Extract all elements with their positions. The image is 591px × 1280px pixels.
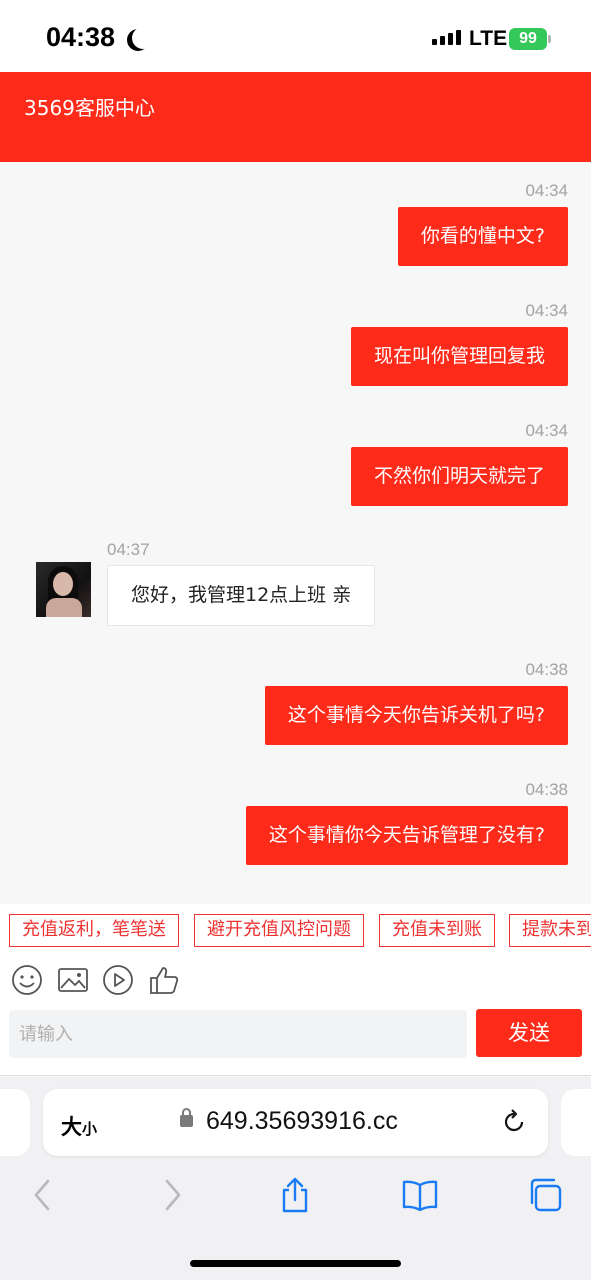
message-bubble-outgoing[interactable]: 这个事情你今天告诉管理了没有? [245,806,568,865]
signal-icon [432,30,461,45]
battery-icon: 99 [509,28,547,50]
quick-reply-bar[interactable]: 充值返利，笔笔送 避开充值风控问题 充值未到账 提款未到 [0,904,591,956]
message-time: 04:37 [107,540,150,559]
chat-area[interactable]: 04:34 你看的懂中文? 04:34 现在叫你管理回复我 04:34 不然你们… [0,162,591,904]
browser-toolbar: 大小 649.35693916.cc [0,1077,591,1280]
quick-reply-chip[interactable]: 提款未到 [509,914,591,947]
share-icon[interactable] [277,1177,313,1213]
message-bubble-outgoing[interactable]: 这个事情今天你告诉关机了吗? [264,686,568,745]
url-text[interactable]: 649.35693916.cc [206,1107,398,1136]
battery-tip [548,35,551,43]
message-bubble-incoming[interactable]: 您好，我管理12点上班 亲 [107,565,376,626]
message-time: 04:38 [525,780,568,799]
image-icon[interactable] [57,964,89,996]
message-bubble-outgoing[interactable]: 不然你们明天就完了 [350,447,568,506]
quick-reply-chip[interactable]: 避开充值风控问题 [194,914,364,947]
page-title: 3569客服中心 [24,96,155,120]
send-button[interactable]: 发送 [476,1009,582,1057]
network-type: LTE [469,27,508,50]
address-bar[interactable]: 大小 649.35693916.cc [43,1089,548,1156]
message-bubble-outgoing[interactable]: 你看的懂中文? [397,207,568,266]
message-composer: 发送 [0,1002,591,1076]
home-indicator [190,1260,401,1267]
input-toolbar [0,956,591,1002]
message-time: 04:34 [525,181,568,200]
status-time: 04:38 [46,22,116,52]
thumbs-up-icon[interactable] [148,964,180,996]
agent-avatar[interactable] [36,562,91,617]
message-time: 04:34 [525,421,568,440]
next-tab-peek[interactable] [561,1089,591,1156]
previous-tab-peek[interactable] [0,1089,30,1156]
forward-icon[interactable] [154,1177,190,1213]
lock-icon [180,1108,193,1127]
text-size-button[interactable]: 大小 [61,1111,97,1141]
video-icon[interactable] [102,964,134,996]
reload-icon[interactable] [501,1109,527,1135]
back-icon[interactable] [25,1177,61,1213]
message-time: 04:34 [525,301,568,320]
status-bar: 04:38 LTE 99 [0,0,591,72]
chat-header: 3569客服中心 [0,72,591,162]
message-time: 04:38 [525,660,568,679]
quick-reply-chip[interactable]: 充值未到账 [379,914,495,947]
emoji-icon[interactable] [11,964,43,996]
message-input[interactable] [9,1010,467,1058]
message-bubble-outgoing[interactable]: 现在叫你管理回复我 [350,327,568,386]
tabs-icon[interactable] [527,1177,563,1213]
moon-icon [132,27,154,49]
bookmarks-icon[interactable] [402,1177,438,1213]
quick-reply-chip[interactable]: 充值返利，笔笔送 [9,914,179,947]
